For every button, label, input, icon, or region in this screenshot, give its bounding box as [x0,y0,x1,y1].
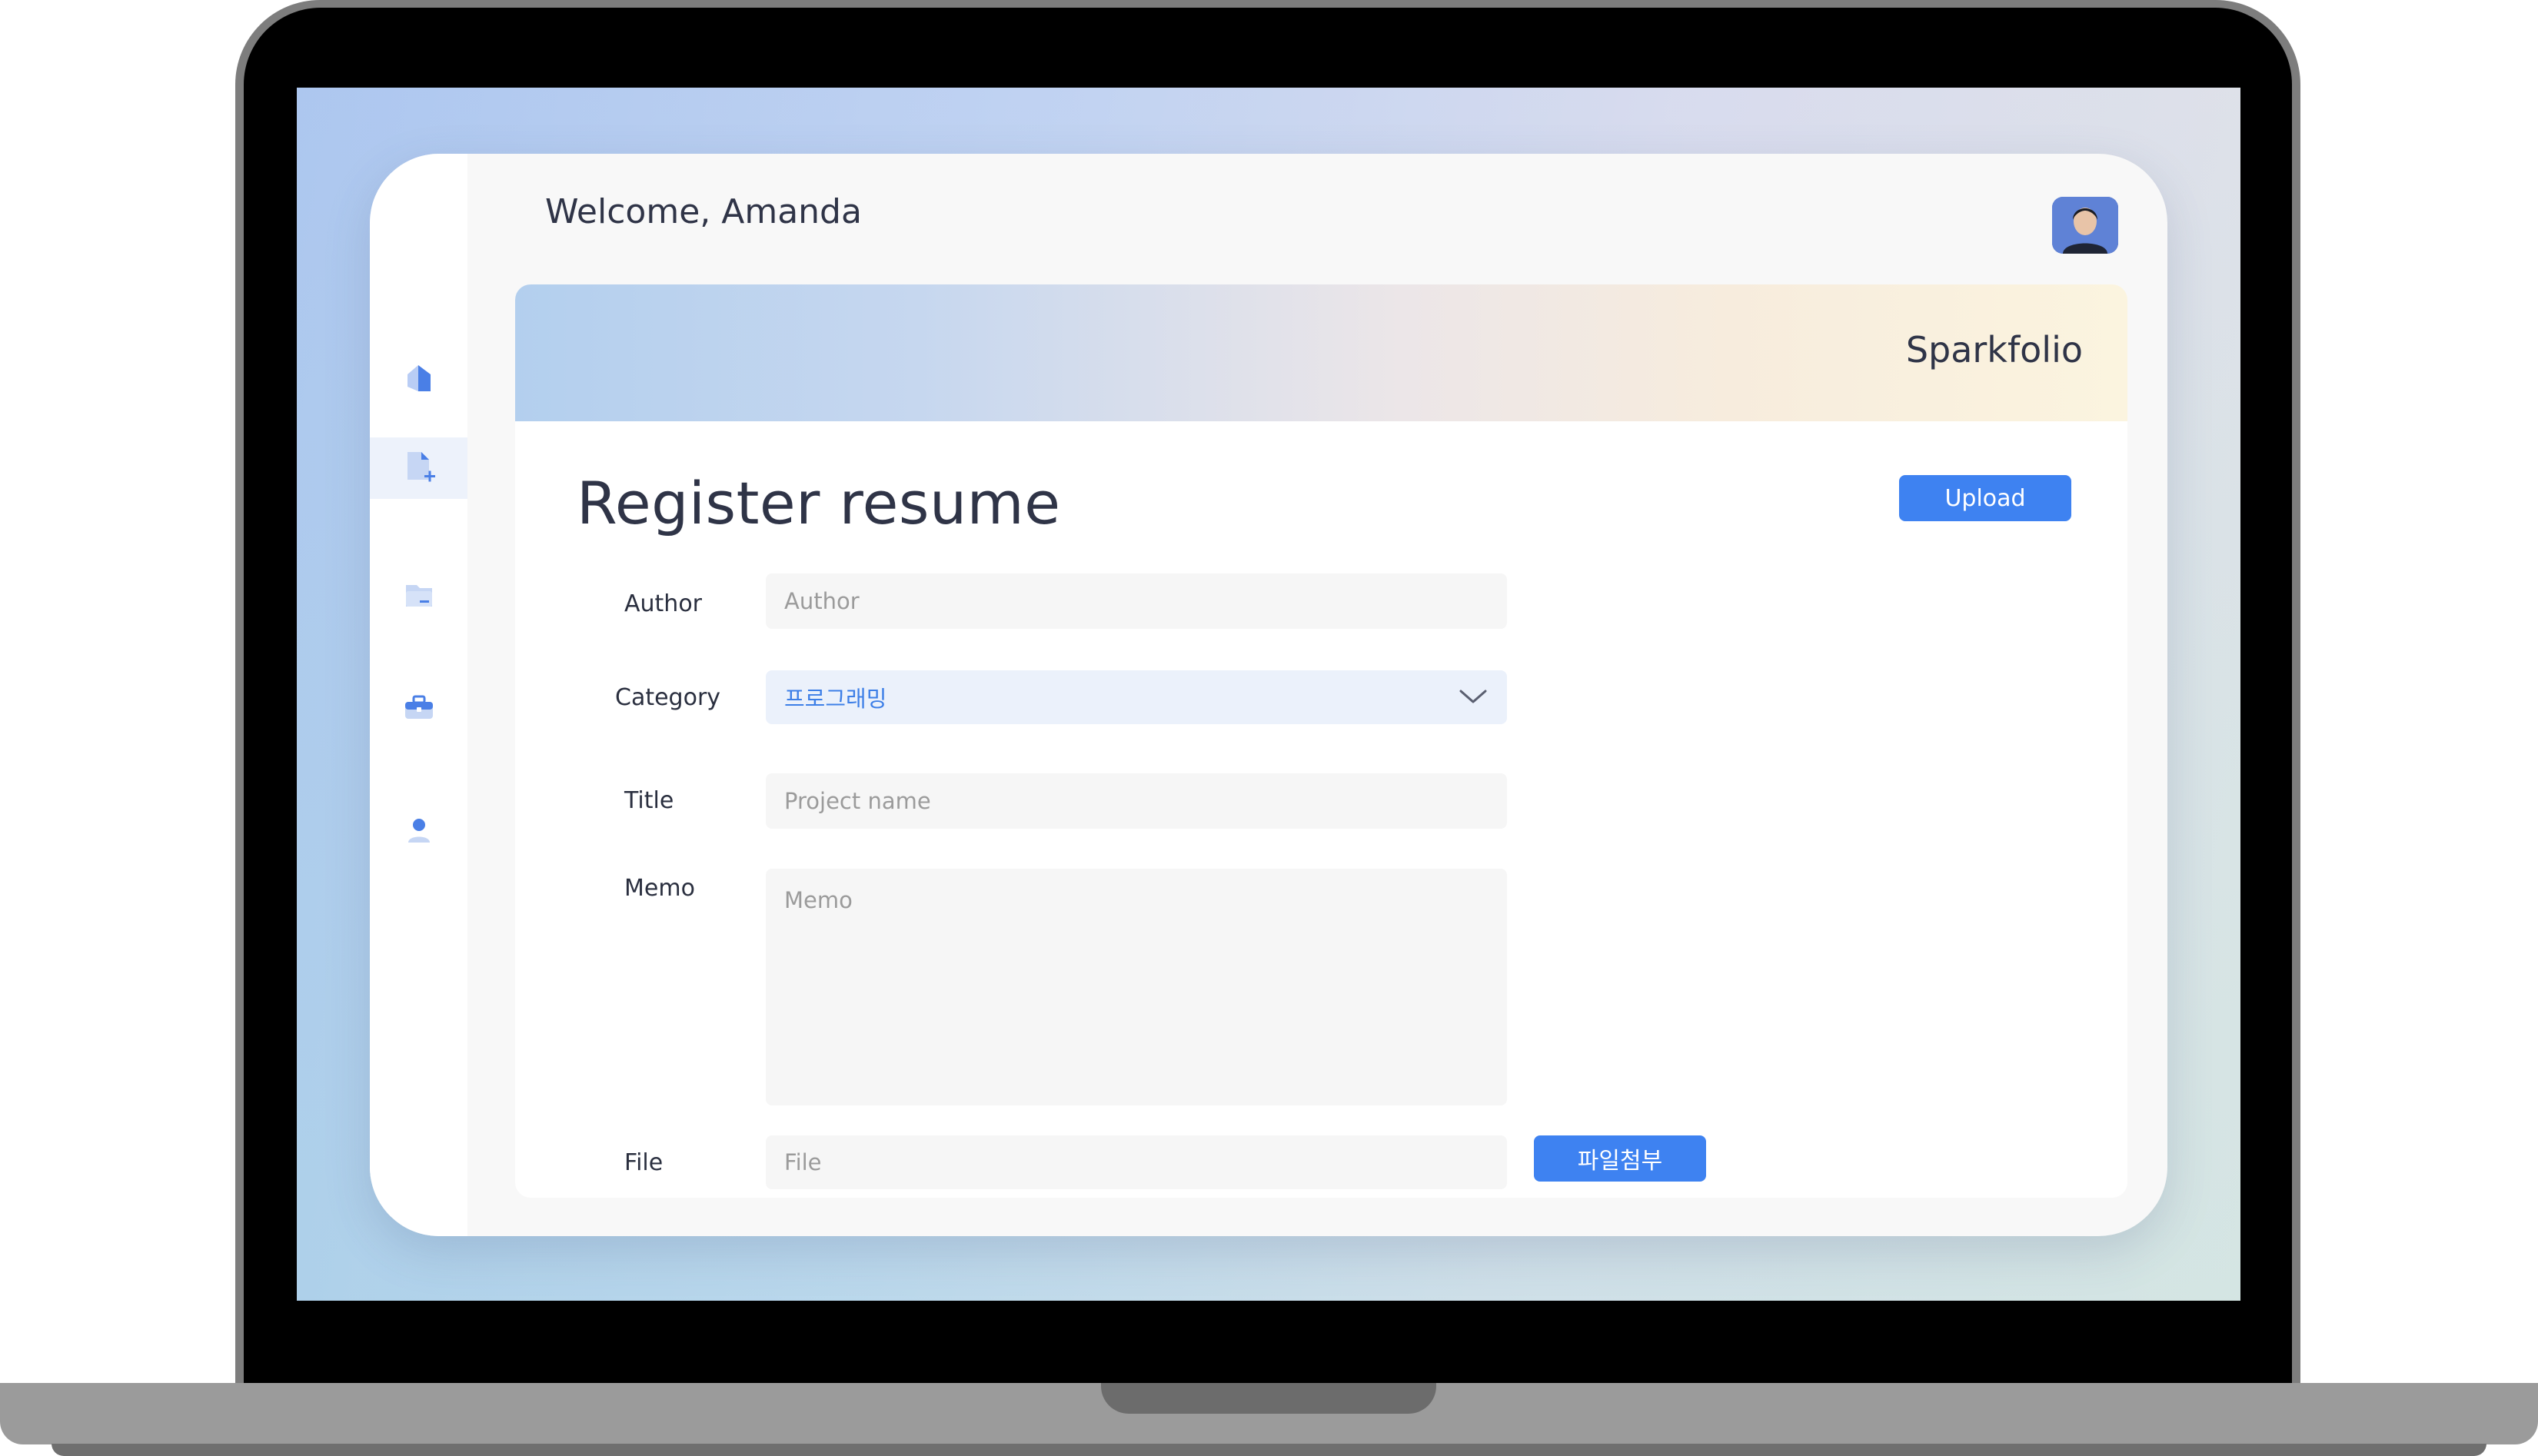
laptop-notch [1101,1383,1436,1414]
attach-file-button[interactable]: 파일첨부 [1534,1135,1706,1182]
welcome-message: Welcome, Amanda [545,192,862,231]
memo-label: Memo [624,875,695,902]
sidebar-item-profile[interactable] [370,800,467,862]
title-label: Title [624,787,674,814]
briefcase-icon [404,695,433,719]
add-document-icon [407,452,435,482]
title-placeholder: Project name [784,788,931,814]
sidebar [370,154,467,1236]
file-label: File [624,1149,664,1176]
user-avatar-image [2052,197,2118,254]
avatar[interactable] [2052,197,2118,254]
upload-button[interactable]: Upload [1899,475,2071,521]
sidebar-item-jobs[interactable] [370,677,467,739]
memo-placeholder: Memo [784,887,853,913]
main-content: Sparkfolio Register resume Upload Author… [515,284,2127,1198]
file-input[interactable]: File [766,1135,1507,1189]
banner: Sparkfolio [515,284,2127,421]
sidebar-item-register[interactable] [370,437,467,499]
home-icon [407,365,431,391]
category-label: Category [615,684,721,711]
category-selected-value: 프로그래밍 [784,686,887,712]
sidebar-item-home[interactable] [370,347,467,409]
title-input[interactable]: Project name [766,773,1507,829]
chevron-down-icon [1459,690,1487,703]
memo-textarea[interactable]: Memo [766,869,1507,1105]
brand-name: Sparkfolio [1905,329,2083,371]
author-input[interactable]: Author [766,573,1507,629]
laptop-base-edge [52,1444,2486,1456]
folder-icon [405,585,432,607]
file-placeholder: File [784,1149,822,1175]
category-select[interactable]: 프로그래밍 [766,670,1507,724]
app-window: Welcome, Amanda Sparkfolio Register resu… [370,154,2167,1236]
screen: Welcome, Amanda Sparkfolio Register resu… [297,88,2240,1301]
author-label: Author [624,590,703,617]
page-title: Register resume [577,469,1061,537]
user-icon [407,819,430,843]
sidebar-item-portfolio[interactable] [370,564,467,626]
author-placeholder: Author [784,588,860,614]
